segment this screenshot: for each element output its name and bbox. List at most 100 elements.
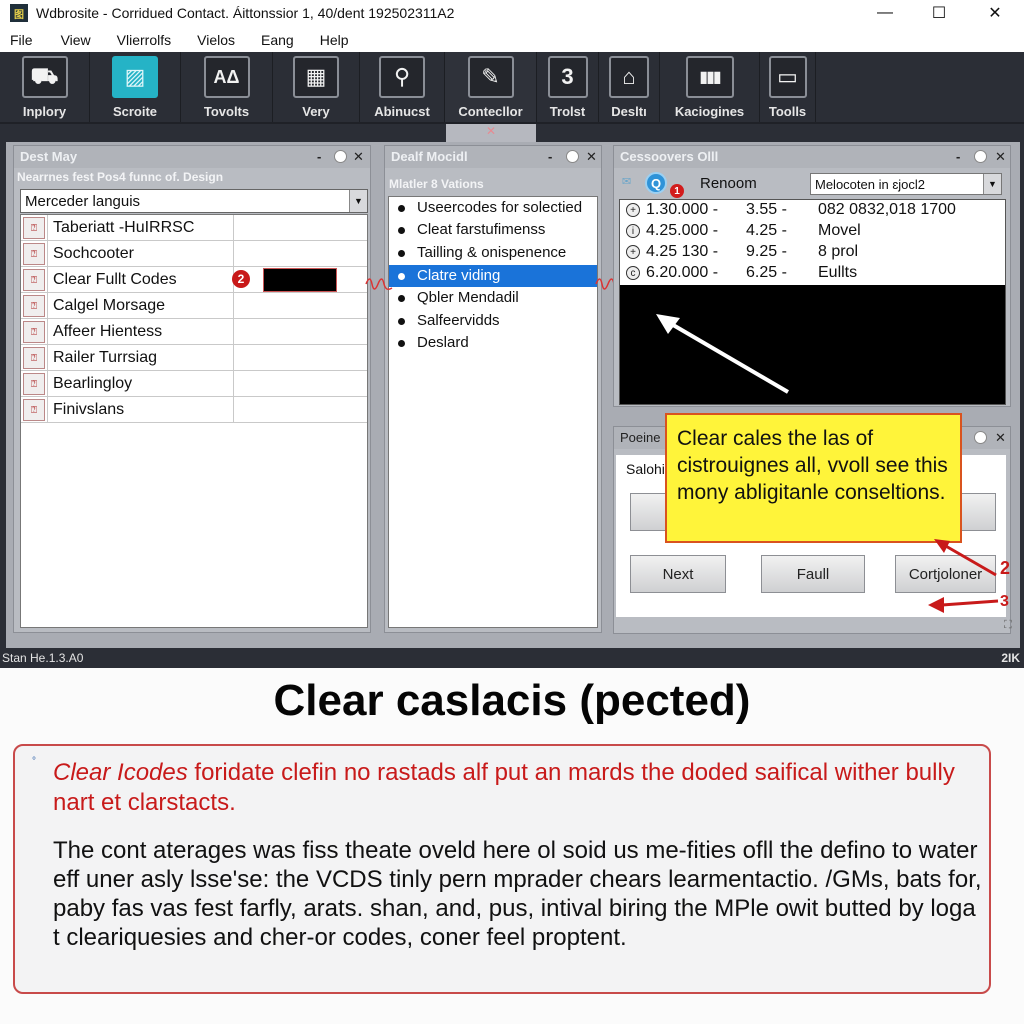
table-row[interactable]: +4.25 130 - 9.25 - 8 prol xyxy=(620,242,1005,263)
panel-restore-button[interactable] xyxy=(974,431,987,444)
status-right-text: 2IK xyxy=(1001,651,1020,665)
tool-label: Contecllor xyxy=(458,104,523,119)
module-select[interactable]: Merceder languis ▼ xyxy=(20,189,368,213)
menu-vielos[interactable]: Vielos xyxy=(181,32,245,48)
menu-file[interactable]: File xyxy=(0,32,43,48)
table-row[interactable]: i 4.25.000 - 4.25 - Movel xyxy=(620,221,1005,242)
resize-grip-icon[interactable]: ⛶ xyxy=(1004,619,1012,632)
expand-icon[interactable]: + xyxy=(626,245,640,259)
panel-close-button[interactable]: ✕ xyxy=(353,149,364,165)
code-icon: ⍰ xyxy=(23,347,45,369)
list-item[interactable]: Deslard xyxy=(389,332,597,354)
panel-close-button[interactable]: ✕ xyxy=(995,149,1006,165)
cell-value: 6.20.000 - xyxy=(646,264,719,281)
list-item-label: Qbler Mendadil xyxy=(417,289,519,306)
tool-label: Trolst xyxy=(549,104,586,119)
list-item-label: Deslard xyxy=(417,334,469,351)
search-icon[interactable]: Q xyxy=(645,172,667,194)
panel-close-button[interactable]: ✕ xyxy=(995,430,1006,446)
list-item-label: Tailling & onispenence xyxy=(417,244,567,261)
panel-restore-button[interactable] xyxy=(974,150,987,163)
tool-contecllor[interactable]: ✎ Contecllor xyxy=(445,52,537,122)
bullet-icon xyxy=(398,318,405,325)
chevron-down-icon[interactable]: ▼ xyxy=(349,190,367,212)
chevron-down-icon[interactable]: ▼ xyxy=(983,174,1001,194)
list-item[interactable]: ⍰ Calgel Morsage xyxy=(21,293,367,319)
cell-value: 4.25 130 - xyxy=(646,243,719,260)
close-button[interactable]: ✕ xyxy=(972,0,1018,26)
list-item-label: Calgel Morsage xyxy=(53,297,166,314)
fault-button[interactable]: Faull xyxy=(761,555,865,593)
note-highlight: Clear Icodes foridate clefin no rastads … xyxy=(53,758,983,818)
panel-subtitle: Mlatler 8 Vations xyxy=(389,177,484,191)
mail-icon[interactable]: ✉ xyxy=(622,175,631,188)
panel-minimize-button[interactable]: - xyxy=(317,149,321,164)
cell-value: Eullts xyxy=(818,264,858,281)
tool-inplory[interactable]: ⛟ Inplory xyxy=(0,52,90,122)
panel-restore-button[interactable] xyxy=(334,150,347,163)
status-bar: Stan He.1.3.A0 2IK xyxy=(0,648,1024,668)
tool-label: Scroite xyxy=(112,104,158,119)
tool-desltı[interactable]: ⌂ Desltı xyxy=(599,52,660,122)
tool-scroite[interactable]: ▨ Scroite xyxy=(90,52,181,122)
minimize-button[interactable]: — xyxy=(862,0,908,26)
panel-close-button[interactable]: ✕ xyxy=(586,149,597,165)
menu-vlierrolfs[interactable]: Vlierrolfs xyxy=(101,32,181,48)
menu-view[interactable]: View xyxy=(43,32,101,48)
step-badge: 1 xyxy=(670,184,684,198)
tool-trolst[interactable]: 3 Trolst xyxy=(537,52,599,122)
next-button[interactable]: Next xyxy=(630,555,726,593)
options-list: Useercodes for solectied Cleat farstufim… xyxy=(388,196,598,628)
table-row[interactable]: c 6.20.000 - 6.25 - Eullts xyxy=(620,263,1005,284)
tool-kaciogines[interactable]: ▮▮▮ Kaciogines xyxy=(660,52,760,122)
maximize-button[interactable]: ☐ xyxy=(916,0,962,26)
panel-subtitle: Salohi xyxy=(626,461,665,477)
tool-toolls[interactable]: ▭ Toolls xyxy=(760,52,816,122)
panel-minimize-button[interactable]: - xyxy=(548,149,552,164)
tool-abinucst[interactable]: ⚲ Abinucst xyxy=(360,52,445,122)
list-item[interactable]: Tailling & onispenence xyxy=(389,242,597,264)
list-item[interactable]: Useercodes for solectied xyxy=(389,197,597,219)
cell-value: 9.25 - xyxy=(746,243,787,260)
callout-text: Clear cales the las of cistrouignes all,… xyxy=(677,427,948,504)
list-item[interactable]: ⍰ Bearlingloy xyxy=(21,371,367,397)
list-item[interactable]: ⍰ Taberiatt -HuIRRSC xyxy=(21,215,367,241)
connector-squiggle-left xyxy=(365,278,393,291)
tool-label: Very xyxy=(302,104,330,119)
panel-minimize-button[interactable]: - xyxy=(956,149,960,164)
list-item[interactable]: Qbler Mendadil xyxy=(389,287,597,309)
title-bar: 图 Wdbrosite - Corridued Contact. Áittons… xyxy=(0,0,1024,26)
menu-eang[interactable]: Eang xyxy=(245,32,304,48)
list-item[interactable]: ⍰ Sochcooter xyxy=(21,241,367,267)
list-item-label: Sochcooter xyxy=(53,245,134,262)
filter-select[interactable]: Melocoten in ɛjocl2 ▼ xyxy=(810,173,1002,195)
clock-icon[interactable]: c xyxy=(626,266,640,280)
list-item[interactable]: ⍰ Affeer Hientess xyxy=(21,319,367,345)
list-item-selected[interactable]: Clatre viding xyxy=(389,265,597,287)
panel-titlebar: Cessoovers Olll - ✕ xyxy=(614,146,1010,168)
list-item[interactable]: ⍰ Railer Turrsiag xyxy=(21,345,367,371)
info-icon[interactable]: i xyxy=(626,224,640,238)
bullet-icon xyxy=(398,205,405,212)
menu-help[interactable]: Help xyxy=(304,32,359,48)
toolbar: ⛟ Inplory ▨ Scroite AΔ Tovolts ▦ Very ⚲ … xyxy=(0,52,1024,124)
panel-restore-button[interactable] xyxy=(566,150,579,163)
values-list: +1.30.000 - 3.55 - 082 0832,018 1700 i 4.25… xyxy=(619,199,1006,405)
car-icon: ⛟ xyxy=(21,56,68,98)
bar-chart-icon: ▮▮▮ xyxy=(685,56,734,98)
list-item[interactable]: Salfeervidds xyxy=(389,310,597,332)
tool-label: Tovolts xyxy=(203,104,250,119)
expand-icon[interactable]: + xyxy=(626,203,640,217)
list-item[interactable]: Cleat farstufimenss xyxy=(389,219,597,241)
list-item-label: Affeer Hientess xyxy=(53,323,163,340)
panel-title: Cessoovers Olll xyxy=(620,149,719,164)
cell-value: 8 prol xyxy=(818,243,859,260)
tool-very[interactable]: ▦ Very xyxy=(273,52,360,122)
cell-value: Movel xyxy=(818,222,861,239)
tool-tovolts[interactable]: AΔ Tovolts xyxy=(181,52,273,122)
list-item-label: Taberiatt -HuIRRSC xyxy=(53,219,195,236)
table-row[interactable]: +1.30.000 - 3.55 - 082 0832,018 1700 xyxy=(620,200,1005,221)
window-title: Wdbrosite - Corridued Contact. Áittonssi… xyxy=(36,5,455,21)
list-item[interactable]: ⍰ Finivslans xyxy=(21,397,367,423)
code-value-field[interactable] xyxy=(263,268,337,292)
